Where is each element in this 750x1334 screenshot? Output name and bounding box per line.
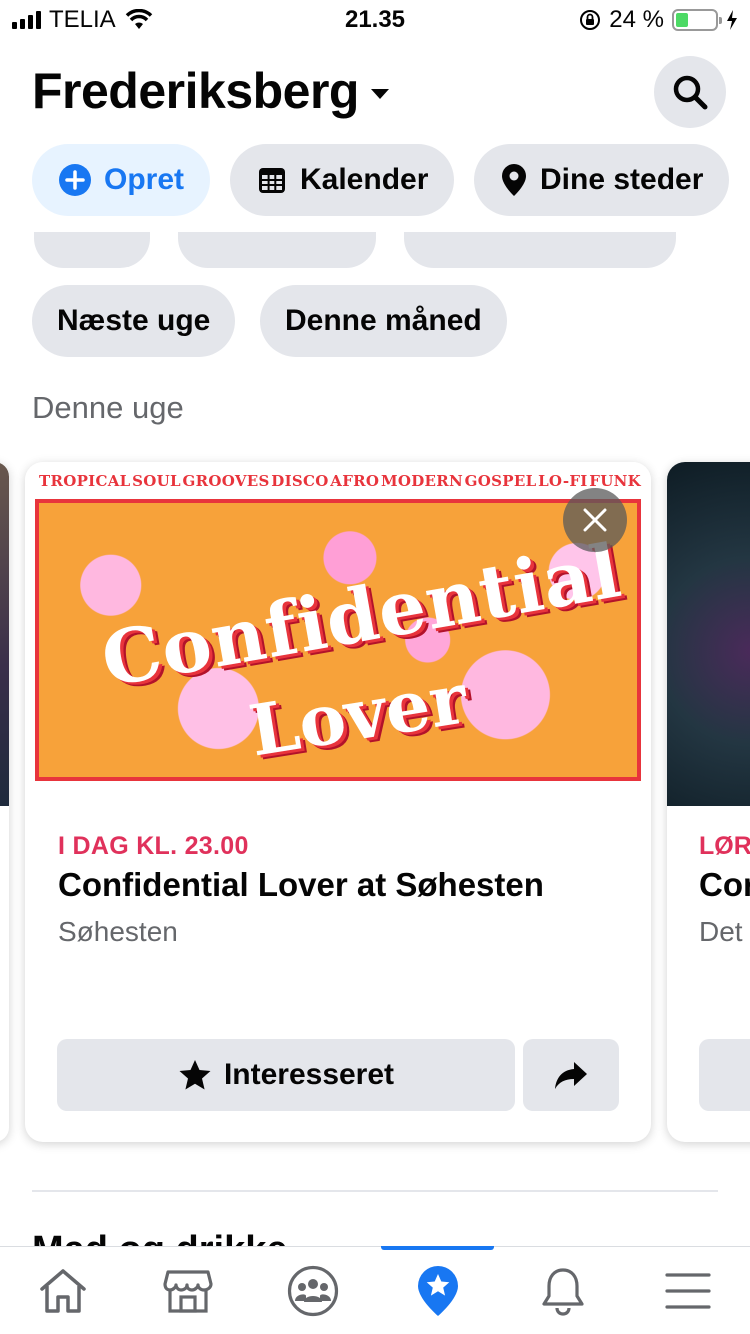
section-divider (32, 1190, 718, 1192)
poster-tag: TROPICAL (39, 472, 131, 490)
event-cover-image: TROPICAL SOUL GROOVES DISCO AFRO MODERN GOSPEL… (25, 462, 651, 806)
poster-tag: GROOVES (182, 472, 270, 490)
marketplace-icon (162, 1269, 213, 1313)
section-heading: Denne uge (32, 390, 184, 425)
location-pin-icon (502, 164, 526, 196)
menu-icon (664, 1272, 711, 1309)
groups-icon (287, 1265, 338, 1316)
event-place[interactable]: Søhesten (58, 916, 178, 948)
rotation-lock-icon (580, 10, 601, 30)
star-icon (179, 1060, 211, 1090)
next-week-label: Næste uge (57, 304, 211, 337)
charging-icon (727, 10, 737, 30)
close-icon (583, 508, 607, 532)
poster-genre-tags: TROPICAL SOUL GROOVES DISCO AFRO MODERN GOSPEL… (39, 472, 641, 490)
status-bar: TELIA 21.35 24 % (0, 0, 750, 40)
next-event-card[interactable]: LØR Cor Det (667, 462, 750, 1142)
event-cover-image (0, 462, 9, 806)
tab-groups[interactable] (250, 1247, 375, 1334)
home-icon (39, 1268, 86, 1313)
tab-menu[interactable] (625, 1247, 750, 1334)
tab-home[interactable] (0, 1247, 125, 1334)
battery-percent: 24 % (609, 6, 664, 33)
event-date: I DAG KL. 23.00 (58, 832, 249, 860)
poster-tag: GOSPEL (464, 472, 537, 490)
notifications-icon (541, 1267, 584, 1316)
create-button[interactable]: Opret (32, 144, 211, 216)
dismiss-button[interactable] (563, 488, 627, 552)
interested-button[interactable] (699, 1039, 750, 1111)
tab-notifications[interactable] (500, 1247, 625, 1334)
bottom-tab-bar (0, 1245, 750, 1334)
chevron-down-icon (370, 89, 389, 99)
next-section-heading: Mad og drikke (32, 1228, 288, 1246)
poster-tag: MODERN (380, 472, 464, 490)
poster-tag: LO-FI (538, 472, 588, 490)
interested-button[interactable]: Interesseret (57, 1039, 515, 1111)
page-title: Frederiksberg (32, 63, 359, 119)
event-cover-image (667, 462, 750, 806)
event-title[interactable]: Confidential Lover at Søhesten (58, 866, 544, 904)
previous-event-card[interactable] (0, 462, 9, 1142)
create-label: Opret (104, 163, 185, 196)
share-button[interactable] (523, 1039, 619, 1111)
event-title: Cor (699, 866, 750, 903)
plus-circle-icon (59, 164, 91, 196)
page-header: Frederiksberg (32, 56, 726, 132)
poster-tag: SOUL (132, 472, 181, 490)
your-places-button[interactable]: Dine steder (474, 144, 730, 216)
poster-tag: AFRO (330, 472, 380, 490)
event-card[interactable]: TROPICAL SOUL GROOVES DISCO AFRO MODERN GOSPEL… (25, 462, 651, 1142)
calendar-button[interactable]: Kalender (230, 144, 455, 216)
battery-area: 24 % (579, 6, 738, 34)
your-places-label: Dine steder (540, 163, 704, 196)
share-arrow-icon (555, 1062, 587, 1089)
interested-label: Interesseret (223, 1058, 395, 1091)
tab-marketplace[interactable] (125, 1247, 250, 1334)
poster-tag: DISCO (271, 472, 329, 490)
event-place: Det (699, 916, 743, 947)
search-icon (673, 75, 708, 110)
hidden-chip[interactable] (34, 232, 150, 268)
calendar-icon (259, 168, 285, 193)
calendar-label: Kalender (300, 163, 429, 196)
hidden-chip[interactable] (404, 232, 676, 268)
poster-artwork: Confidential Lover (35, 499, 641, 781)
location-selector[interactable]: Frederiksberg (32, 62, 389, 120)
search-button[interactable] (654, 56, 726, 128)
battery-icon (672, 9, 722, 31)
hidden-chip[interactable] (178, 232, 376, 268)
this-month-chip[interactable]: Denne måned (260, 285, 507, 357)
tab-events[interactable] (375, 1245, 500, 1334)
next-week-chip[interactable]: Næste uge (32, 285, 236, 357)
events-icon (417, 1265, 458, 1316)
event-date: LØR (699, 832, 750, 860)
this-month-label: Denne måned (285, 304, 482, 337)
